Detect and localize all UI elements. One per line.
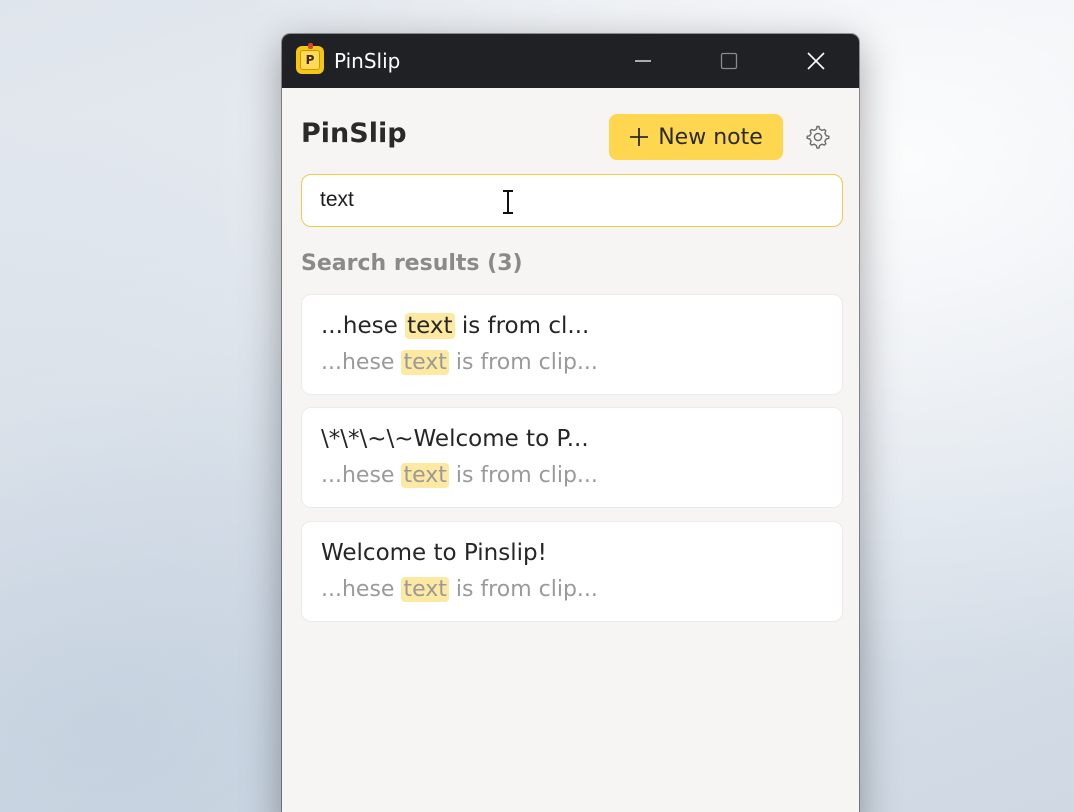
- result-title: ...hese text is from cl...: [321, 313, 590, 339]
- desktop-background: P PinSlip PinSlip New note text Search r…: [0, 0, 1074, 812]
- maximize-button[interactable]: [700, 34, 758, 88]
- result-title: Welcome to Pinslip!: [321, 540, 547, 566]
- new-note-label: New note: [658, 124, 763, 150]
- result-snippet: ...hese text is from clip...: [321, 350, 598, 375]
- app-window: P PinSlip PinSlip New note text Search r…: [282, 34, 859, 812]
- app-heading: PinSlip: [301, 118, 407, 149]
- result-snippet: ...hese text is from clip...: [321, 577, 598, 602]
- text-cursor-icon: [503, 190, 513, 214]
- app-logo-letter: P: [300, 50, 320, 70]
- app-logo-icon: P: [296, 43, 324, 74]
- close-icon: [807, 52, 825, 70]
- header-row: PinSlip New note: [301, 112, 841, 160]
- match-highlight: text: [401, 463, 449, 488]
- match-highlight: text: [405, 313, 455, 339]
- minimize-icon: [635, 60, 651, 62]
- settings-button[interactable]: [804, 123, 832, 151]
- search-results-heading: Search results (3): [301, 251, 523, 276]
- minimize-button[interactable]: [614, 34, 672, 88]
- new-note-button[interactable]: New note: [609, 114, 783, 160]
- search-result-card[interactable]: \*\*\~\~Welcome to P... ...hese text is …: [301, 407, 843, 508]
- search-result-card[interactable]: Welcome to Pinslip! ...hese text is from…: [301, 521, 843, 622]
- maximize-icon: [720, 52, 738, 70]
- title-bar[interactable]: P PinSlip: [282, 34, 859, 88]
- plus-icon: [630, 128, 649, 146]
- search-field[interactable]: text: [301, 174, 843, 227]
- result-title: \*\*\~\~Welcome to P...: [321, 426, 589, 452]
- match-highlight: text: [401, 350, 449, 375]
- result-snippet: ...hese text is from clip...: [321, 463, 598, 488]
- gear-icon: [806, 125, 830, 149]
- search-input[interactable]: text: [320, 188, 354, 212]
- search-result-card[interactable]: ...hese text is from cl... ...hese text …: [301, 294, 843, 395]
- match-highlight: text: [401, 577, 449, 602]
- window-title: PinSlip: [334, 49, 401, 73]
- close-button[interactable]: [787, 34, 845, 88]
